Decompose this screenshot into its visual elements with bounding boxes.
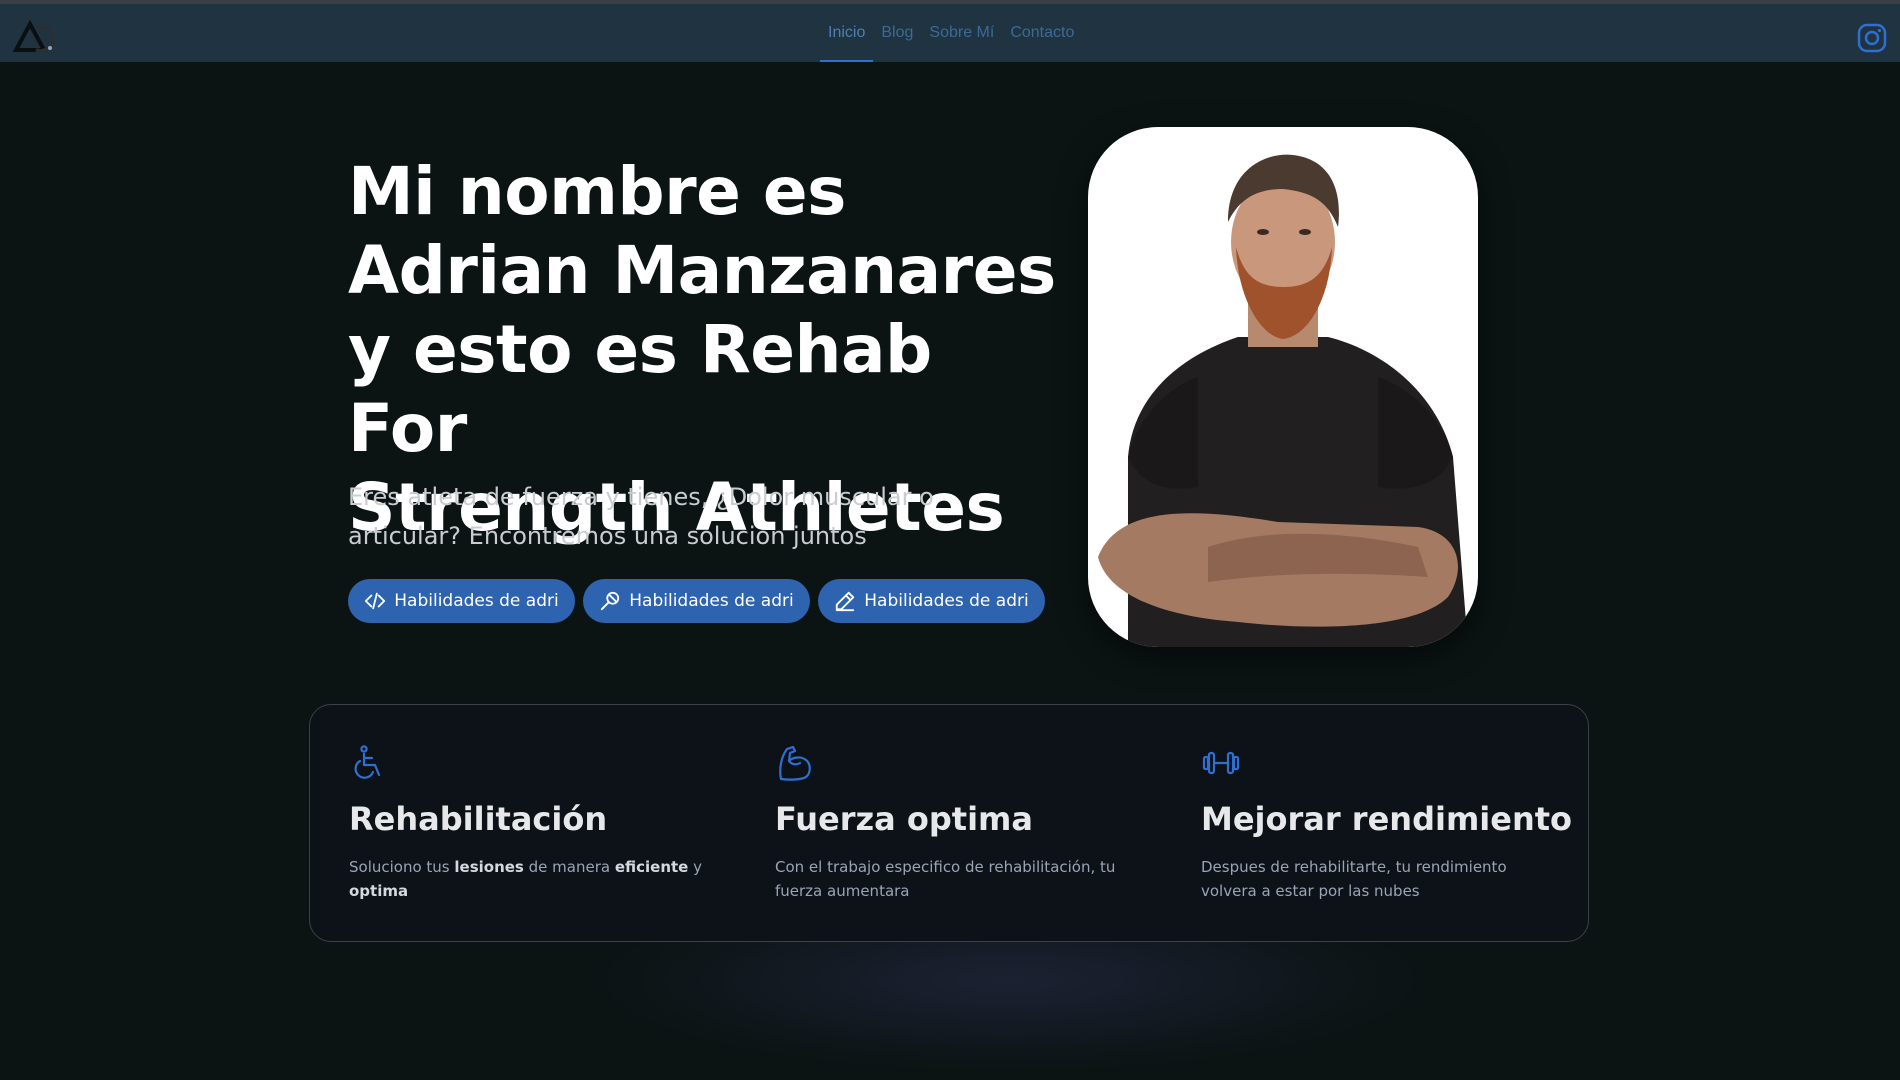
nav-link-inicio[interactable]: Inicio: [820, 4, 874, 62]
hero-subtitle: Eres atleta de fuerza y tienes, ¿Dolor m…: [348, 483, 934, 550]
feature-description: Despues de rehabilitarte, tu rendimiento…: [1201, 858, 1507, 900]
feature-title: Fuerza optima: [775, 800, 1033, 838]
feature-description: Soluciono tus lesiones de manera eficien…: [349, 858, 703, 900]
feature-title: Mejorar rendimiento: [1201, 800, 1573, 838]
skills-button-label: Habilidades de adri: [394, 591, 559, 611]
skills-button-pencil[interactable]: Habilidades de adri: [818, 579, 1045, 623]
nav-link-blog[interactable]: Blog: [873, 4, 921, 62]
profile-photo: [1088, 127, 1478, 647]
dumbbell-icon: [1202, 751, 1240, 775]
pencil-icon: [836, 591, 855, 612]
skills-button-code[interactable]: Habilidades de adri: [348, 579, 575, 623]
wheelchair-icon: [354, 745, 381, 779]
instagram-icon[interactable]: [1856, 22, 1888, 54]
site-logo[interactable]: [12, 18, 58, 54]
main-nav: Inicio Blog Sobre Mí Contacto: [820, 4, 1082, 62]
hero-title-line: y esto es Rehab For: [348, 311, 932, 467]
skills-button-label: Habilidades de adri: [864, 591, 1029, 611]
code-icon: [365, 592, 386, 610]
feature-mejorar-rendimiento: Mejorar rendimiento Despues de rehabilit…: [1201, 743, 1601, 903]
feature-fuerza-optima: Fuerza optima Con el trabajo especifico …: [775, 743, 1175, 903]
features-card: Rehabilitación Soluciono tus lesiones de…: [309, 704, 1589, 942]
microphone-icon: [601, 591, 620, 611]
skills-button-label: Habilidades de adri: [629, 591, 794, 611]
flexed-bicep-icon: [779, 745, 811, 781]
skills-button-microphone[interactable]: Habilidades de adri: [583, 579, 810, 623]
feature-description: Con el trabajo especifico de rehabilitac…: [775, 858, 1116, 900]
hero-title-line: Adrian Manzanares: [348, 232, 1056, 309]
feature-rehabilitacion: Rehabilitación Soluciono tus lesiones de…: [349, 743, 749, 903]
nav-link-sobre-mi[interactable]: Sobre Mí: [921, 4, 1002, 62]
feature-title: Rehabilitación: [349, 800, 608, 838]
skills-button-row: Habilidades de adri Habilidades de adri …: [348, 579, 1045, 623]
nav-link-contacto[interactable]: Contacto: [1002, 4, 1082, 62]
hero-title-line: Mi nombre es: [348, 153, 846, 230]
navbar: Inicio Blog Sobre Mí Contacto: [0, 4, 1900, 62]
